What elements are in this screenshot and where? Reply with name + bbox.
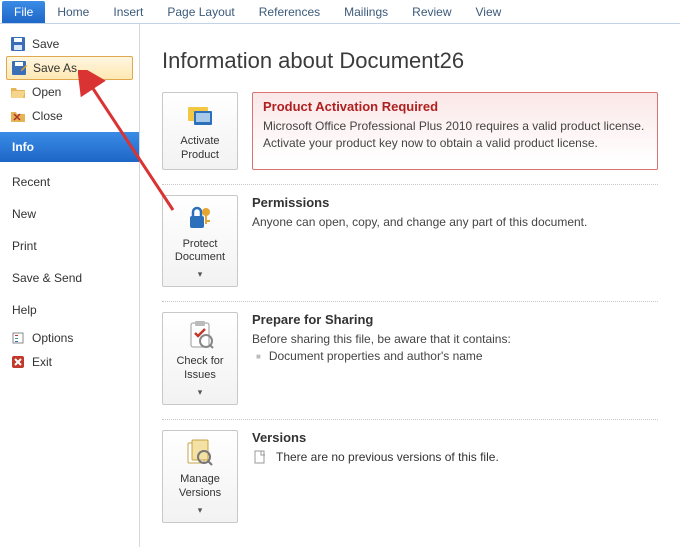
tab-insert[interactable]: Insert (101, 1, 155, 23)
sidebar-exit[interactable]: Exit (0, 350, 139, 374)
activation-heading: Product Activation Required (263, 99, 647, 114)
open-icon (10, 84, 26, 100)
chevron-down-icon: ▾ (198, 387, 203, 398)
sidebar-close[interactable]: Close (0, 104, 139, 128)
check-issues-button[interactable]: Check for Issues ▾ (162, 312, 238, 405)
sidebar-print[interactable]: Print (0, 230, 139, 262)
sidebar-new[interactable]: New (0, 198, 139, 230)
protect-document-button[interactable]: Protect Document ▾ (162, 195, 238, 288)
sidebar-options-label: Options (32, 331, 73, 345)
sidebar-exit-label: Exit (32, 355, 52, 369)
sidebar-save-send[interactable]: Save & Send (0, 262, 139, 294)
tab-mailings[interactable]: Mailings (332, 1, 400, 23)
tab-references[interactable]: References (247, 1, 332, 23)
sharing-body: Before sharing this file, be aware that … (252, 331, 658, 348)
sidebar-save-as-label: Save As (33, 61, 77, 75)
tab-page-layout[interactable]: Page Layout (155, 1, 246, 23)
lock-key-icon (184, 202, 216, 234)
activate-icon (184, 99, 216, 131)
sidebar-recent[interactable]: Recent (0, 166, 139, 198)
exit-icon (10, 354, 26, 370)
permissions-info: Permissions Anyone can open, copy, and c… (252, 195, 658, 288)
activate-tile-label: Activate Product (167, 135, 233, 163)
sidebar-save-as[interactable]: Save As (6, 56, 133, 80)
tab-review[interactable]: Review (400, 1, 463, 23)
sidebar-save-label: Save (32, 37, 59, 51)
versions-body: There are no previous versions of this f… (276, 450, 499, 464)
close-icon (10, 108, 26, 124)
save-icon (10, 36, 26, 52)
manage-versions-button[interactable]: Manage Versions ▾ (162, 430, 238, 523)
clipboard-check-icon (184, 319, 216, 351)
tab-file[interactable]: File (2, 1, 45, 23)
section-sharing: Check for Issues ▾ Prepare for Sharing B… (162, 301, 658, 419)
tab-home[interactable]: Home (45, 1, 101, 23)
sidebar-open[interactable]: Open (0, 80, 139, 104)
sharing-list-item: Document properties and author's name (256, 348, 658, 365)
permissions-body: Anyone can open, copy, and change any pa… (252, 214, 658, 231)
sharing-info: Prepare for Sharing Before sharing this … (252, 312, 658, 405)
protect-tile-label: Protect Document (167, 238, 233, 266)
chevron-down-icon: ▾ (198, 505, 203, 516)
backstage-sidebar: Save Save As Open Close Info Recent New … (0, 24, 140, 547)
sidebar-close-label: Close (32, 109, 63, 123)
chevron-down-icon: ▾ (198, 269, 203, 280)
ribbon: File Home Insert Page Layout References … (0, 0, 680, 24)
tab-view[interactable]: View (464, 1, 514, 23)
check-tile-label: Check for Issues (167, 355, 233, 383)
sidebar-options[interactable]: Options (0, 326, 139, 350)
activation-body: Microsoft Office Professional Plus 2010 … (263, 118, 647, 152)
versions-info: Versions There are no previous versions … (252, 430, 658, 523)
sidebar-help[interactable]: Help (0, 294, 139, 326)
section-versions: Manage Versions ▾ Versions There are no … (162, 419, 658, 537)
permissions-heading: Permissions (252, 195, 658, 210)
save-as-icon (11, 60, 27, 76)
sidebar-info[interactable]: Info (0, 132, 139, 162)
sidebar-save[interactable]: Save (0, 32, 139, 56)
activation-info: Product Activation Required Microsoft Of… (252, 92, 658, 170)
section-permissions: Protect Document ▾ Permissions Anyone ca… (162, 184, 658, 302)
sharing-heading: Prepare for Sharing (252, 312, 658, 327)
section-activation: Activate Product Product Activation Requ… (162, 92, 658, 184)
page-title: Information about Document26 (162, 48, 658, 74)
options-icon (10, 330, 26, 346)
backstage-content: Information about Document26 Activate Pr… (140, 24, 680, 547)
versions-tile-label: Manage Versions (167, 473, 233, 501)
versions-icon (184, 437, 216, 469)
document-icon (252, 449, 268, 465)
sidebar-open-label: Open (32, 85, 61, 99)
versions-heading: Versions (252, 430, 658, 445)
activate-product-button[interactable]: Activate Product (162, 92, 238, 170)
